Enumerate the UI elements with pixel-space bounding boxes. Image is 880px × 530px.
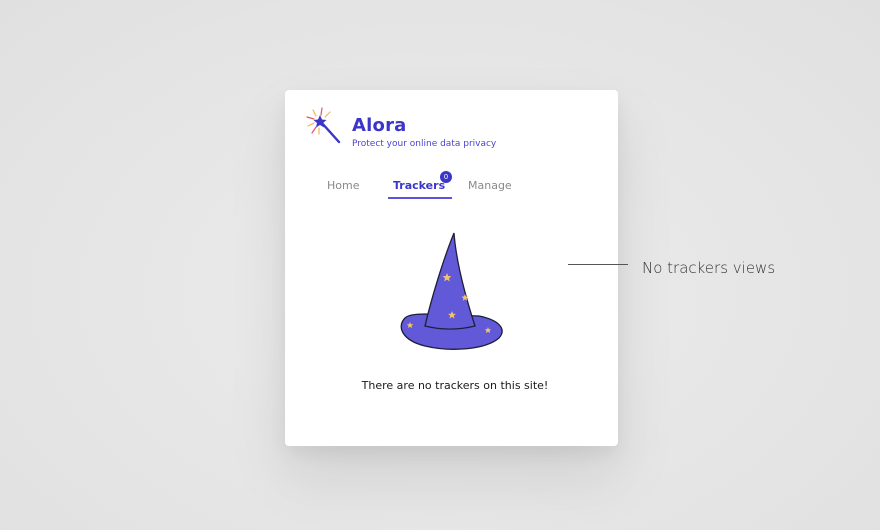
tab-home[interactable]: Home <box>327 179 359 192</box>
app-name: Alora <box>352 115 407 136</box>
tab-bar: Home Trackers 0 Manage <box>285 171 618 202</box>
magic-wand-icon <box>306 107 341 144</box>
wizard-hat-icon <box>400 232 503 350</box>
extension-popup: Alora Protect your online data privacy H… <box>285 90 618 446</box>
tab-trackers[interactable]: Trackers <box>393 179 445 192</box>
app-tagline: Protect your online data privacy <box>352 139 497 149</box>
empty-state-message: There are no trackers on this site! <box>361 379 549 392</box>
canvas: Alora Protect your online data privacy H… <box>0 0 880 530</box>
tab-manage[interactable]: Manage <box>468 179 512 192</box>
annotation-label: No trackers views <box>642 259 776 277</box>
active-tab-indicator <box>388 197 452 199</box>
trackers-count-badge: 0 <box>440 171 452 183</box>
annotation-line <box>568 264 628 265</box>
